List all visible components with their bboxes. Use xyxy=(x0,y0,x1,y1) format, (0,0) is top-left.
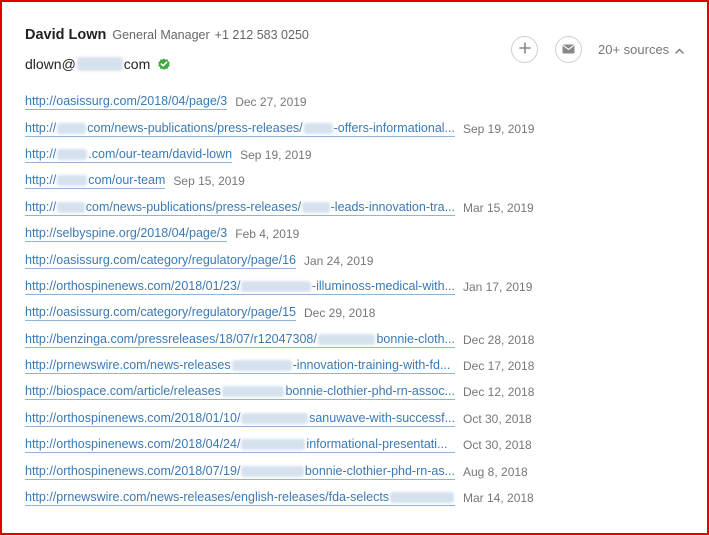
source-row: http://prnewswire.com/news-releases/engl… xyxy=(25,485,685,511)
source-link[interactable]: http://benzinga.com/pressreleases/18/07/… xyxy=(25,332,455,348)
email-suffix: com xyxy=(123,56,151,72)
redacted-text xyxy=(241,280,311,292)
source-row: http://orthospinenews.com/2018/01/10/ sa… xyxy=(25,406,685,432)
redacted-text xyxy=(57,122,87,134)
source-row: http://oasissurg.com/category/regulatory… xyxy=(25,247,685,273)
redacted-text xyxy=(241,439,306,451)
redacted-text xyxy=(241,412,309,424)
source-date: Dec 29, 2018 xyxy=(303,306,376,321)
redacted-text xyxy=(241,465,304,477)
source-row: http://biospace.com/article/releases bon… xyxy=(25,379,685,405)
plus-icon xyxy=(518,41,531,59)
source-row: http:// com/our-team Sep 15, 2019 xyxy=(25,168,685,194)
source-row: http://orthospinenews.com/2018/07/19/ bo… xyxy=(25,458,685,484)
source-date: Jan 24, 2019 xyxy=(303,253,374,268)
chevron-up-icon xyxy=(669,42,684,57)
redacted-text xyxy=(317,333,376,345)
redacted-text xyxy=(221,386,285,398)
source-link[interactable]: http://oasissurg.com/category/regulatory… xyxy=(25,253,296,269)
source-row: http://orthospinenews.com/2018/04/24/ in… xyxy=(25,432,685,458)
redacted-text xyxy=(390,492,454,504)
source-date: Oct 30, 2018 xyxy=(463,438,532,453)
source-link[interactable]: http://orthospinenews.com/2018/04/24/ in… xyxy=(25,437,455,454)
redacted-text xyxy=(302,201,330,213)
source-link[interactable]: http:// com/news-publications/press-rele… xyxy=(25,200,455,216)
source-link[interactable]: http://orthospinenews.com/2018/07/19/ bo… xyxy=(25,464,455,480)
source-link[interactable]: http://prnewswire.com/news-releases -inn… xyxy=(25,358,455,375)
source-link[interactable]: http://oasissurg.com/2018/04/page/3 xyxy=(25,94,228,111)
send-email-button[interactable] xyxy=(555,36,582,63)
source-date: Dec 28, 2018 xyxy=(463,332,535,347)
source-row: http://oasissurg.com/category/regulatory… xyxy=(25,300,685,326)
sources-toggle[interactable]: 20+ sources xyxy=(598,42,684,57)
source-date: Sep 19, 2019 xyxy=(240,147,312,162)
contact-phone[interactable]: +1 212 583 0250 xyxy=(215,28,309,42)
source-date: Dec 27, 2019 xyxy=(235,95,307,110)
source-link[interactable]: http://orthospinenews.com/2018/01/23/ -i… xyxy=(25,279,455,295)
source-date: Aug 8, 2018 xyxy=(463,464,528,479)
source-date: Mar 14, 2018 xyxy=(463,491,534,506)
source-date: Sep 15, 2019 xyxy=(173,174,245,189)
sources-list: http://oasissurg.com/2018/04/page/3 Dec … xyxy=(25,89,685,511)
redacted-domain xyxy=(76,57,123,71)
verified-check-icon xyxy=(157,57,171,71)
source-link[interactable]: http:// .com/our-team/david-lown xyxy=(25,147,233,163)
source-row: http:// com/news-publications/press-rele… xyxy=(25,115,685,141)
email-prefix: dlown@ xyxy=(25,56,76,72)
source-row: http:// .com/our-team/david-lown Sep 19,… xyxy=(25,142,685,168)
redacted-text xyxy=(57,201,85,213)
envelope-icon xyxy=(562,41,575,59)
redacted-text xyxy=(57,175,88,187)
source-row: http://selbyspine.org/2018/04/page/3 Feb… xyxy=(25,221,685,247)
sources-count: 20+ sources xyxy=(598,42,670,57)
source-row: http://orthospinenews.com/2018/01/23/ -i… xyxy=(25,274,685,300)
source-row: http:// com/news-publications/press-rele… xyxy=(25,195,685,221)
add-contact-button[interactable] xyxy=(511,36,538,63)
source-date: Jan 17, 2019 xyxy=(463,279,533,294)
source-date: Oct 30, 2018 xyxy=(463,411,532,426)
source-date: Dec 17, 2018 xyxy=(463,359,535,374)
source-row: http://benzinga.com/pressreleases/18/07/… xyxy=(25,327,685,353)
contact-title: General Manager xyxy=(112,28,210,42)
source-link[interactable]: http://oasissurg.com/category/regulatory… xyxy=(25,305,296,322)
source-link[interactable]: http:// com/our-team xyxy=(25,173,166,190)
redacted-text xyxy=(57,148,88,160)
source-link[interactable]: http://orthospinenews.com/2018/01/10/ sa… xyxy=(25,411,455,427)
source-date: Mar 15, 2019 xyxy=(463,200,534,215)
contact-header: David Lown General Manager +1 212 583 02… xyxy=(25,27,309,47)
source-date: Sep 19, 2019 xyxy=(463,121,535,136)
source-link[interactable]: http:// com/news-publications/press-rele… xyxy=(25,121,455,137)
contact-name: David Lown xyxy=(25,27,107,43)
contact-email[interactable]: dlown@ com xyxy=(25,56,171,72)
source-row: http://oasissurg.com/2018/04/page/3 Dec … xyxy=(25,89,685,115)
source-row: http://prnewswire.com/news-releases -inn… xyxy=(25,353,685,379)
source-link[interactable]: http://prnewswire.com/news-releases/engl… xyxy=(25,490,455,507)
source-link[interactable]: http://biospace.com/article/releases bon… xyxy=(25,384,455,401)
redacted-text xyxy=(231,360,292,372)
source-date: Feb 4, 2019 xyxy=(235,227,300,242)
source-link[interactable]: http://selbyspine.org/2018/04/page/3 xyxy=(25,226,228,243)
source-date: Dec 12, 2018 xyxy=(463,385,535,400)
redacted-text xyxy=(303,122,333,134)
